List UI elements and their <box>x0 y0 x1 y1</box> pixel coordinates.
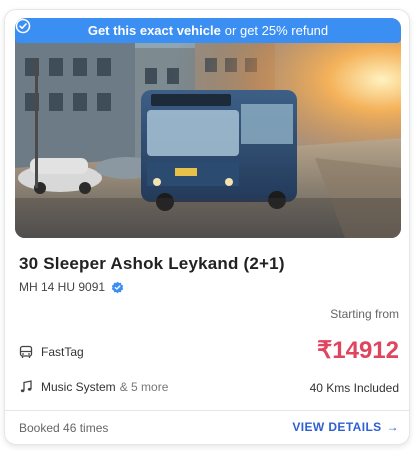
starting-from-label: Starting from <box>330 307 399 321</box>
booked-count: Booked 46 times <box>19 421 109 435</box>
view-details-button[interactable]: VIEW DETAILS → <box>292 420 399 434</box>
bus-street-image <box>15 18 401 238</box>
registration-number: MH 14 HU 9091 <box>19 280 106 294</box>
amenity-fasttag: FastTag <box>19 345 84 359</box>
vehicle-card[interactable]: Get this exact vehicle or get 25% refund… <box>4 9 410 445</box>
music-note-icon <box>20 380 32 393</box>
guarantee-banner: Get this exact vehicle or get 25% refund <box>15 18 401 43</box>
arrow-right-icon: → <box>386 420 399 434</box>
price: ₹14912 <box>316 337 399 364</box>
verified-icon <box>111 281 124 293</box>
vehicle-photo: Get this exact vehicle or get 25% refund <box>15 18 401 238</box>
amenity-music: Music System & 5 more <box>19 380 168 394</box>
amenity-more-link[interactable]: & 5 more <box>120 380 169 394</box>
amenity-fasttag-label: FastTag <box>41 345 84 359</box>
guarantee-refund-text: or get 25% refund <box>224 23 329 38</box>
badge-check-icon <box>15 18 31 34</box>
view-details-label: VIEW DETAILS <box>292 420 382 434</box>
kms-included: 40 Kms Included <box>309 381 399 395</box>
amenity-music-label: Music System <box>41 380 116 394</box>
registration-row: MH 14 HU 9091 <box>19 280 124 294</box>
guarantee-highlight: Get this exact vehicle <box>87 23 221 38</box>
vehicle-title: 30 Sleeper Ashok Leykand (2+1) <box>19 254 285 273</box>
bus-icon <box>19 345 33 358</box>
divider <box>5 410 409 411</box>
